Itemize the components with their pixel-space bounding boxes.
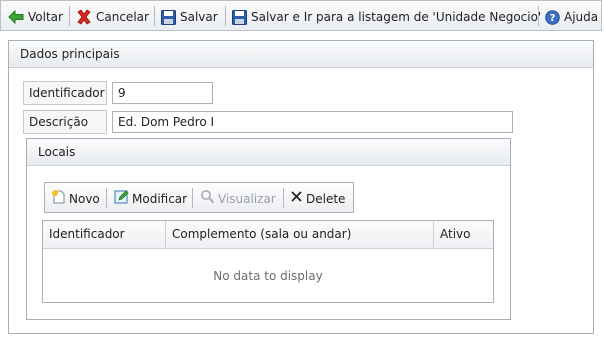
edit-button[interactable]: Modificar	[114, 190, 187, 208]
save-button[interactable]: Salvar	[161, 8, 218, 26]
empty-grid-message: No data to display	[213, 269, 323, 283]
delete-x-icon	[290, 190, 303, 208]
locais-panel: Locais Novo Modificar Visualizar Delete …	[26, 138, 511, 320]
column-header-identificador[interactable]: Identificador	[43, 221, 166, 248]
edit-button-label: Modificar	[132, 192, 188, 206]
help-button[interactable]: ? Ajuda	[545, 8, 598, 26]
save-and-list-button[interactable]: Salvar e Ir para a listagem de 'Unidade …	[232, 8, 541, 26]
toolbar-separator	[154, 6, 155, 26]
identificador-label: Identificador	[23, 81, 107, 105]
cancel-x-icon	[76, 9, 92, 25]
locais-grid-toolbar: Novo Modificar Visualizar Delete	[44, 182, 354, 213]
grid-header-row: Identificador Complemento (sala ou andar…	[43, 221, 493, 249]
view-button-label: Visualizar	[218, 192, 276, 206]
save-and-list-button-label: Salvar e Ir para a listagem de 'Unidade …	[251, 10, 542, 24]
save-disk-icon	[161, 9, 176, 25]
identificador-field[interactable]: 9	[112, 82, 213, 104]
descricao-label: Descrição	[23, 110, 107, 134]
toolbar-separator	[69, 6, 70, 26]
magnifier-icon	[200, 189, 215, 209]
toolbar-separator	[538, 6, 539, 26]
delete-button-label: Delete	[306, 192, 346, 206]
new-button[interactable]: Novo	[51, 190, 100, 208]
main-toolbar: Voltar Cancelar Salvar Salvar e Ir para …	[0, 0, 602, 31]
edit-icon	[114, 189, 129, 209]
back-button[interactable]: Voltar	[8, 8, 63, 26]
save-button-label: Salvar	[180, 10, 218, 24]
help-icon: ?	[545, 9, 560, 25]
new-document-icon	[51, 189, 66, 209]
toolbar-separator	[283, 188, 284, 208]
column-header-complemento[interactable]: Complemento (sala ou andar)	[166, 221, 434, 248]
back-arrow-icon	[8, 10, 24, 24]
toolbar-separator	[192, 188, 193, 208]
svg-text:?: ?	[550, 13, 556, 24]
main-panel: Dados principais Identificador 9 Descriç…	[8, 40, 594, 334]
toolbar-separator	[225, 6, 226, 26]
column-header-ativo[interactable]: Ativo	[434, 221, 493, 248]
view-button[interactable]: Visualizar	[200, 190, 276, 208]
main-panel-title: Dados principais	[9, 41, 593, 68]
cancel-button[interactable]: Cancelar	[76, 8, 149, 26]
new-button-label: Novo	[69, 192, 100, 206]
help-button-label: Ajuda	[564, 10, 599, 24]
toolbar-separator	[106, 188, 107, 208]
save-disk-icon	[232, 9, 247, 25]
locais-grid: Identificador Complemento (sala ou andar…	[42, 220, 494, 303]
descricao-field[interactable]: Ed. Dom Pedro I	[112, 111, 513, 133]
locais-panel-title: Locais	[27, 139, 510, 166]
back-button-label: Voltar	[28, 10, 63, 24]
cancel-button-label: Cancelar	[96, 10, 149, 24]
delete-button[interactable]: Delete	[290, 190, 345, 208]
